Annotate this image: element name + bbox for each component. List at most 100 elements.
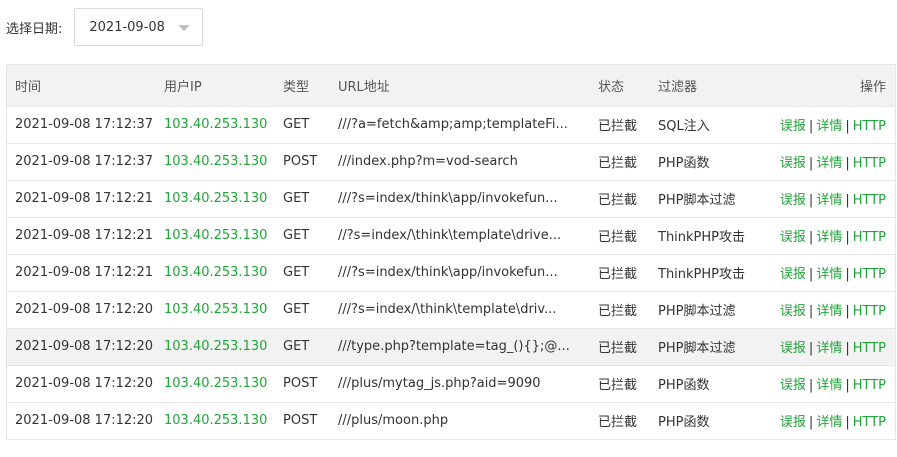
- cell-filter: PHP脚本过滤: [658, 341, 736, 356]
- http-link[interactable]: HTTP: [853, 119, 886, 134]
- http-link[interactable]: HTTP: [853, 341, 886, 356]
- cell-type: GET: [283, 228, 310, 243]
- action-separator: |: [845, 156, 850, 171]
- cell-url: ///plus/mytag_js.php?aid=9090: [338, 376, 541, 391]
- action-separator: |: [845, 193, 850, 208]
- table-row: 2021-09-08 17:12:20 103.40.253.130 POST ///…: [7, 365, 895, 402]
- cell-ip[interactable]: 103.40.253.130: [156, 291, 275, 328]
- cell-status: 已拦截: [598, 193, 638, 208]
- details-link[interactable]: 详情: [816, 415, 842, 430]
- action-separator: |: [845, 230, 850, 245]
- details-link[interactable]: 详情: [816, 341, 842, 356]
- table-row: 2021-09-08 17:12:21 103.40.253.130 GET ///?…: [7, 180, 895, 217]
- action-separator: |: [808, 304, 814, 319]
- cell-status: 已拦截: [598, 230, 638, 245]
- cell-url: ///?s=index/\think\template\driv...: [338, 302, 557, 317]
- cell-ip[interactable]: 103.40.253.130: [156, 328, 275, 365]
- misreport-link[interactable]: 误报: [780, 415, 806, 430]
- cell-filter: PHP脚本过滤: [658, 193, 736, 208]
- cell-url: ///index.php?m=vod-search: [338, 154, 518, 169]
- action-separator: |: [808, 119, 814, 134]
- cell-ip[interactable]: 103.40.253.130: [156, 180, 275, 217]
- http-link[interactable]: HTTP: [853, 193, 886, 208]
- http-link[interactable]: HTTP: [853, 304, 886, 319]
- action-separator: |: [808, 230, 814, 245]
- cell-ops: 误报 | 详情 | HTTP: [760, 402, 895, 439]
- cell-time: 2021-09-08 17:12:20: [15, 302, 154, 317]
- cell-ip[interactable]: 103.40.253.130: [156, 254, 275, 291]
- cell-filter: ThinkPHP攻击: [658, 230, 746, 245]
- cell-ip[interactable]: 103.40.253.130: [156, 106, 275, 143]
- action-separator: |: [845, 341, 850, 356]
- action-separator: |: [845, 378, 850, 393]
- cell-time: 2021-09-08 17:12:37: [15, 154, 154, 169]
- date-filter-label: 选择日期:: [6, 21, 63, 37]
- date-filter-bar: 选择日期: 2021-09-08: [6, 8, 204, 46]
- details-link[interactable]: 详情: [816, 267, 842, 282]
- date-select[interactable]: 2021-09-08: [74, 8, 204, 46]
- cell-filter: SQL注入: [658, 119, 710, 134]
- col-header-time: 时间: [15, 79, 42, 95]
- cell-url: ///type.php?template=tag_(){};@...: [338, 339, 570, 354]
- misreport-link[interactable]: 误报: [780, 304, 806, 319]
- cell-ops: 误报 | 详情 | HTTP: [760, 217, 895, 254]
- http-link[interactable]: HTTP: [853, 230, 886, 245]
- cell-url: ///?s=index/think\app/invokefun...: [338, 265, 558, 280]
- cell-type: GET: [283, 339, 310, 354]
- cell-ip[interactable]: 103.40.253.130: [156, 217, 275, 254]
- misreport-link[interactable]: 误报: [780, 267, 806, 282]
- cell-url: //?s=index/\think\template\drive...: [338, 228, 562, 243]
- cell-time: 2021-09-08 17:12:37: [15, 117, 154, 132]
- http-link[interactable]: HTTP: [853, 267, 886, 282]
- action-separator: |: [808, 156, 814, 171]
- action-separator: |: [808, 267, 814, 282]
- cell-ops: 误报 | 详情 | HTTP: [760, 365, 895, 402]
- cell-ops: 误报 | 详情 | HTTP: [760, 328, 895, 365]
- caret-down-icon: [178, 25, 191, 31]
- table-body: 2021-09-08 17:12:37 103.40.253.130 GET///?…: [7, 106, 895, 439]
- col-header-type: 类型: [283, 79, 310, 95]
- details-link[interactable]: 详情: [816, 378, 842, 393]
- action-separator: |: [845, 415, 850, 431]
- cell-url: ///?s=index/think\app/invokefun...: [338, 191, 558, 206]
- col-header-url: URL地址: [338, 79, 390, 95]
- misreport-link[interactable]: 误报: [780, 341, 806, 356]
- http-link[interactable]: HTTP: [853, 415, 886, 430]
- cell-ops: 误报 | 详情 | HTTP: [760, 143, 895, 180]
- misreport-link[interactable]: 误报: [780, 119, 806, 134]
- misreport-link[interactable]: 误报: [780, 156, 806, 171]
- details-link[interactable]: 详情: [816, 156, 842, 171]
- table-row: 2021-09-08 17:12:20 103.40.253.130 POST ///…: [7, 402, 895, 439]
- cell-ops: 误报 | 详情 | HTTP: [760, 291, 895, 328]
- table-row: 2021-09-08 17:12:21 103.40.253.130 GET ///?…: [7, 254, 895, 291]
- cell-status: 已拦截: [598, 415, 638, 431]
- cell-filter: PHP函数: [658, 415, 710, 431]
- cell-filter: ThinkPHP攻击: [658, 267, 746, 282]
- http-link[interactable]: HTTP: [853, 378, 886, 393]
- table-row: 2021-09-08 17:12:20 103.40.253.130 GET ///?…: [7, 291, 895, 328]
- misreport-link[interactable]: 误报: [780, 193, 806, 208]
- cell-ops: 误报 | 详情 | HTTP: [760, 106, 895, 143]
- action-separator: |: [845, 304, 850, 319]
- misreport-link[interactable]: 误报: [780, 230, 806, 245]
- cell-type: POST: [283, 154, 318, 169]
- cell-url: ///plus/moon.php: [338, 413, 449, 429]
- cell-type: GET: [283, 265, 310, 280]
- cell-status: 已拦截: [598, 378, 638, 393]
- http-link[interactable]: HTTP: [853, 156, 886, 171]
- cell-ip[interactable]: 103.40.253.130: [156, 143, 275, 180]
- details-link[interactable]: 详情: [816, 193, 842, 208]
- cell-filter: PHP函数: [658, 156, 710, 171]
- misreport-link[interactable]: 误报: [780, 378, 806, 393]
- cell-ip[interactable]: 103.40.253.130: [156, 365, 275, 402]
- cell-type: GET: [283, 302, 310, 317]
- details-link[interactable]: 详情: [816, 304, 842, 319]
- cell-ip[interactable]: 103.40.253.130: [156, 402, 275, 439]
- action-separator: |: [808, 415, 814, 431]
- cell-status: 已拦截: [598, 341, 638, 356]
- cell-ops: 误报 | 详情 | HTTP: [760, 254, 895, 291]
- cell-time: 2021-09-08 17:12:21: [15, 228, 154, 243]
- date-select-value: 2021-09-08: [89, 19, 165, 35]
- details-link[interactable]: 详情: [816, 119, 842, 134]
- details-link[interactable]: 详情: [816, 230, 842, 245]
